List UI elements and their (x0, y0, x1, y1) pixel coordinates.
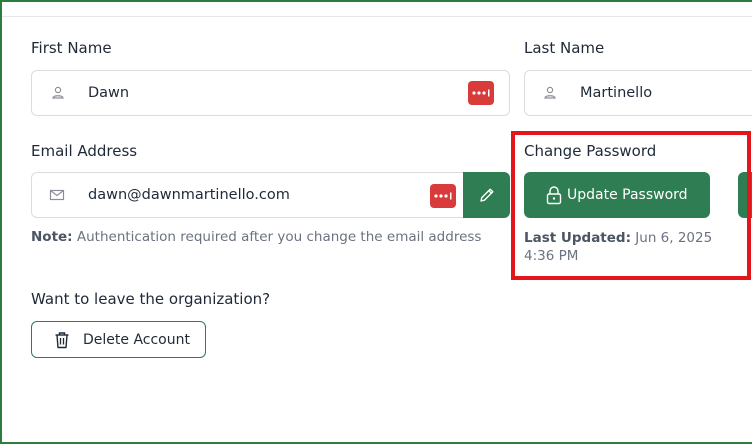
highlight-box (511, 131, 751, 280)
email-value: dawn@dawnmartinello.com (88, 187, 290, 203)
delete-account-button[interactable]: Delete Account (31, 321, 206, 358)
person-icon (544, 86, 556, 99)
password-manager-dots (434, 192, 452, 200)
email-note-text: Authentication required after you change… (76, 229, 482, 245)
trash-icon (55, 331, 69, 348)
password-manager-dots (472, 89, 490, 97)
email-field[interactable]: dawn@dawnmartinello.com (31, 172, 471, 218)
email-label: Email Address (31, 142, 138, 160)
password-manager-icon[interactable] (430, 184, 456, 208)
pencil-icon (479, 188, 493, 202)
mail-icon (49, 189, 65, 201)
person-icon (52, 86, 64, 99)
email-note-prefix: Note: (31, 229, 73, 245)
edit-email-button[interactable] (463, 172, 510, 218)
password-manager-icon[interactable] (468, 81, 494, 105)
first-name-label: First Name (31, 39, 112, 57)
email-note: Note: Authentication required after you … (31, 229, 481, 245)
first-name-value: Dawn (88, 85, 130, 101)
last-name-value: Martinello (580, 85, 653, 101)
last-name-field[interactable]: Martinello (524, 70, 752, 116)
first-name-field[interactable]: Dawn (31, 70, 510, 116)
divider (2, 16, 752, 17)
delete-account-label: Delete Account (83, 331, 190, 348)
leave-organization-heading: Want to leave the organization? (31, 290, 271, 308)
last-name-label: Last Name (524, 39, 605, 57)
